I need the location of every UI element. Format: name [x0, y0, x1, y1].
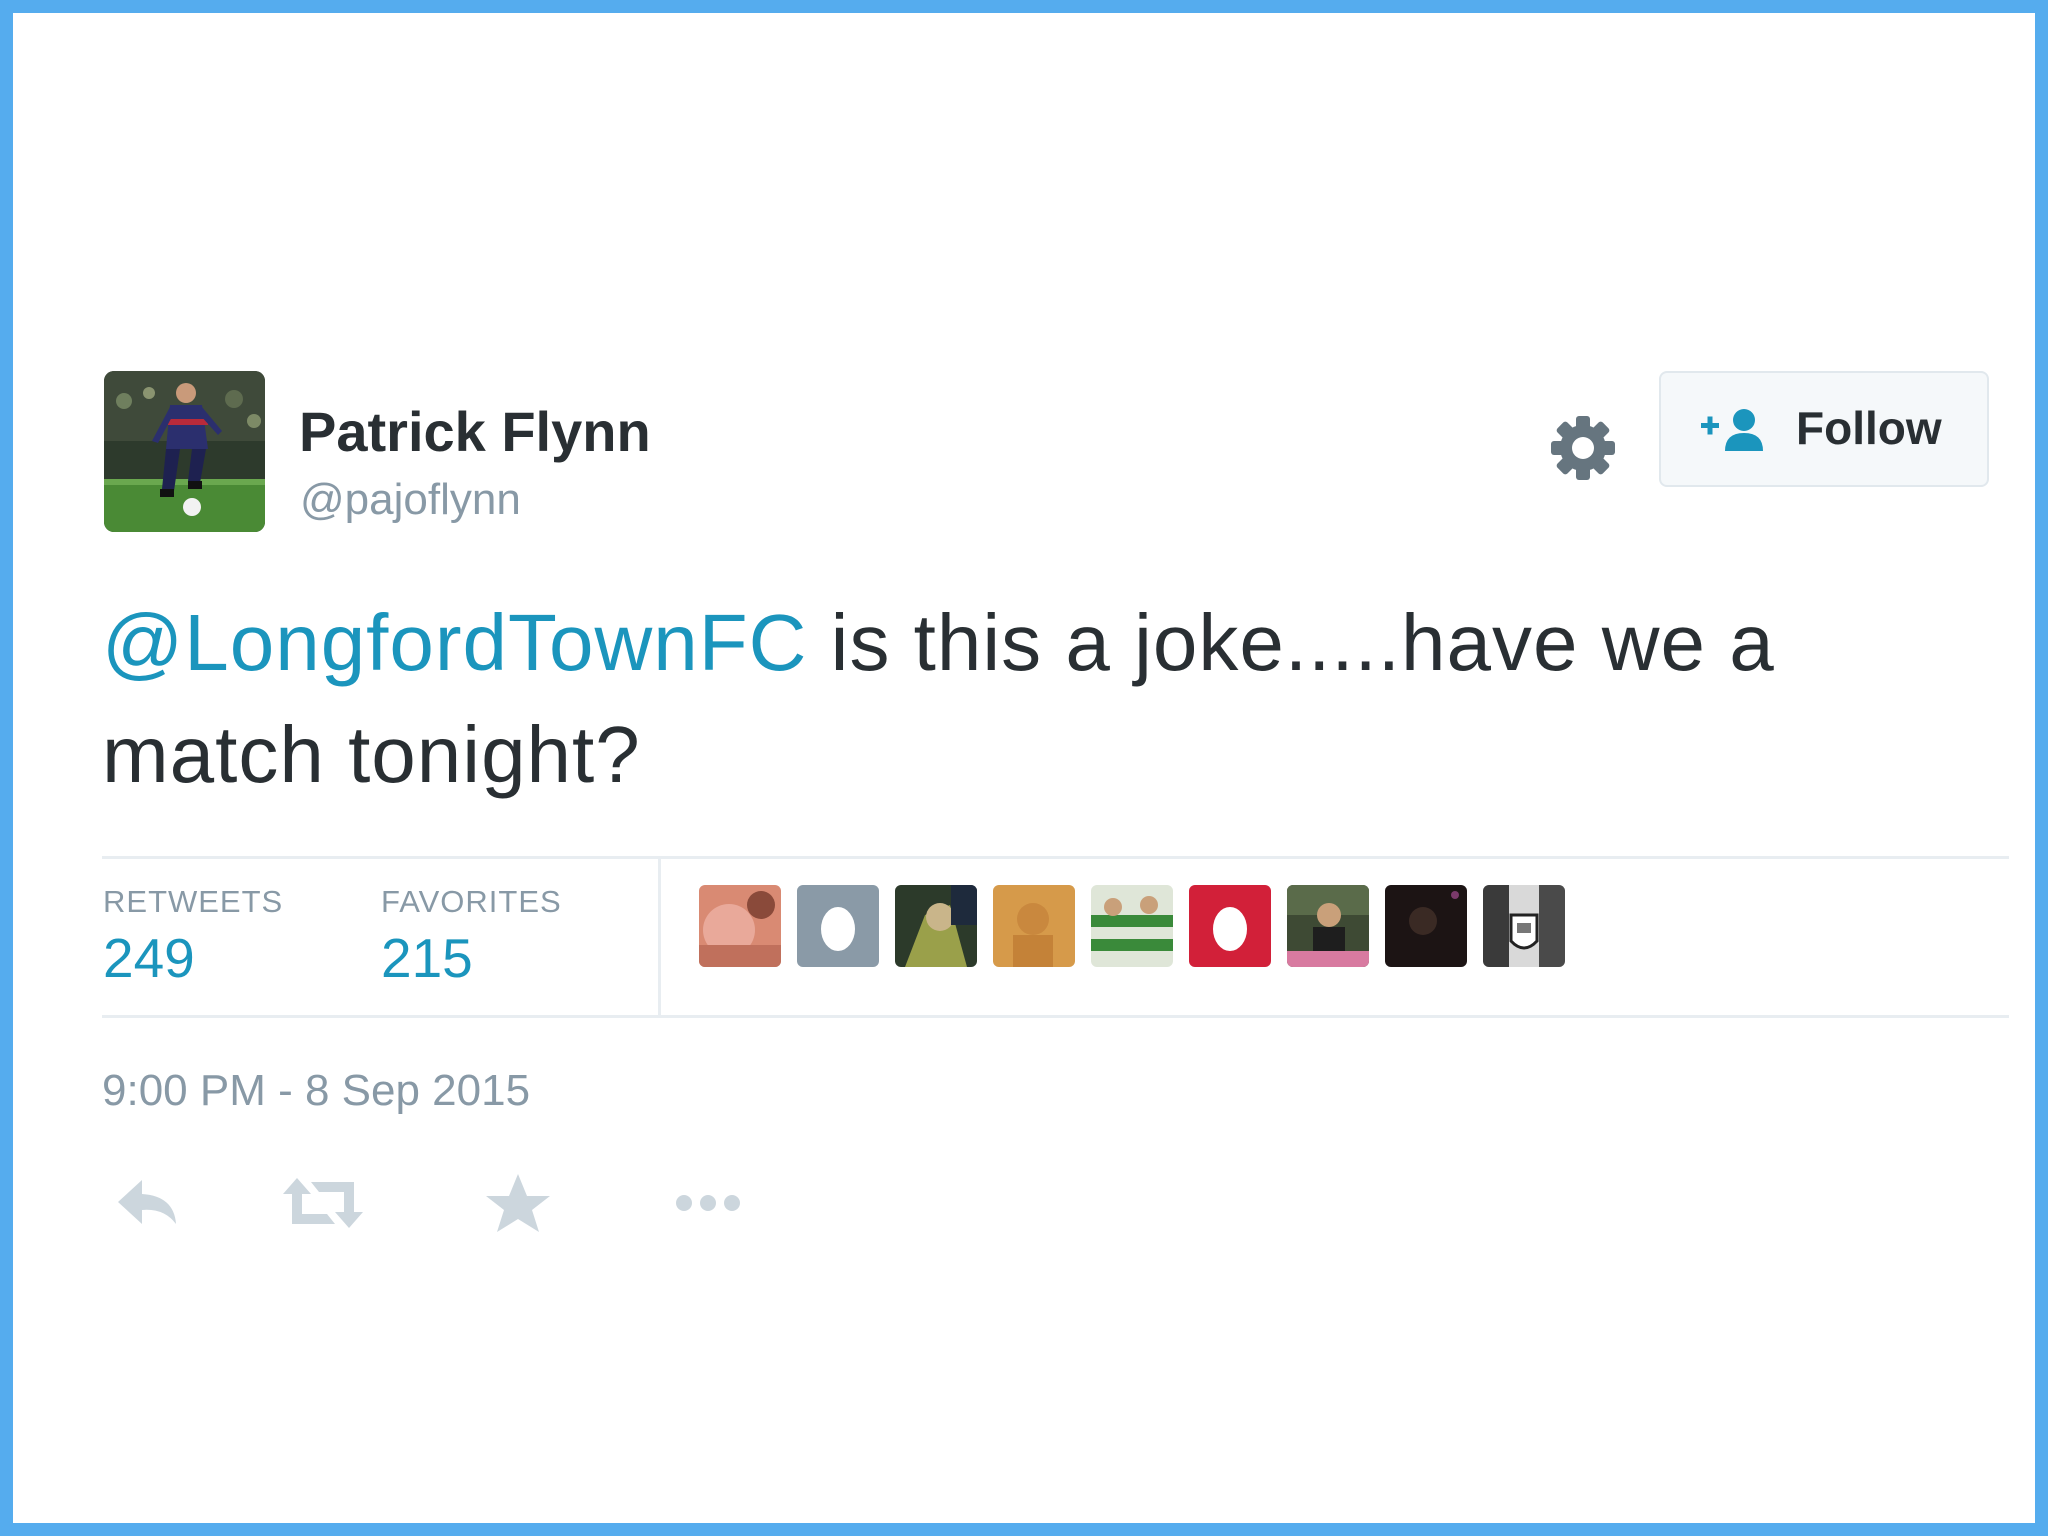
stats-divider-top: [102, 856, 2009, 859]
egg-avatar[interactable]: [1189, 885, 1271, 967]
stats-divider-bottom: [102, 1015, 2009, 1018]
more-icon[interactable]: [668, 1168, 748, 1238]
mention-link[interactable]: @LongfordTownFC: [102, 598, 807, 687]
favoriter-avatar[interactable]: [1483, 885, 1565, 967]
retweet-icon[interactable]: [283, 1168, 363, 1238]
follow-label: Follow: [1796, 402, 1942, 454]
favorites-count: 215: [381, 927, 473, 989]
follow-button[interactable]: Follow: [1659, 371, 1989, 487]
favorites-label: FAVORITES: [381, 884, 562, 919]
favorite-icon[interactable]: [478, 1168, 558, 1238]
user-avatar[interactable]: [104, 371, 265, 532]
retweets-label: RETWEETS: [103, 884, 284, 919]
display-name[interactable]: Patrick Flynn: [299, 399, 651, 464]
favoriter-avatar[interactable]: [699, 885, 781, 967]
stats-vertical-divider: [658, 858, 661, 1015]
reply-icon[interactable]: [108, 1168, 188, 1238]
favoriter-avatar[interactable]: [895, 885, 977, 967]
tweet-card: Patrick Flynn @pajoflynn Follow @Longfor…: [13, 13, 2035, 1523]
favoriter-avatar[interactable]: [1091, 885, 1173, 967]
egg-avatar[interactable]: [797, 885, 879, 967]
favoriter-avatar[interactable]: [993, 885, 1075, 967]
favoriter-avatar[interactable]: [1287, 885, 1369, 967]
tweet-text: @LongfordTownFC is this a joke.....have …: [102, 587, 1982, 811]
tweet-timestamp[interactable]: 9:00 PM - 8 Sep 2015: [102, 1066, 530, 1116]
retweets-count: 249: [103, 927, 195, 989]
gear-icon[interactable]: [1543, 408, 1623, 488]
favoriter-avatars: [699, 885, 1565, 967]
add-user-icon: [1701, 409, 1763, 451]
favorites-stat[interactable]: FAVORITES 215: [381, 884, 562, 990]
user-handle[interactable]: @pajoflynn: [300, 475, 521, 525]
retweets-stat[interactable]: RETWEETS 249: [103, 884, 283, 990]
favoriter-avatar[interactable]: [1385, 885, 1467, 967]
